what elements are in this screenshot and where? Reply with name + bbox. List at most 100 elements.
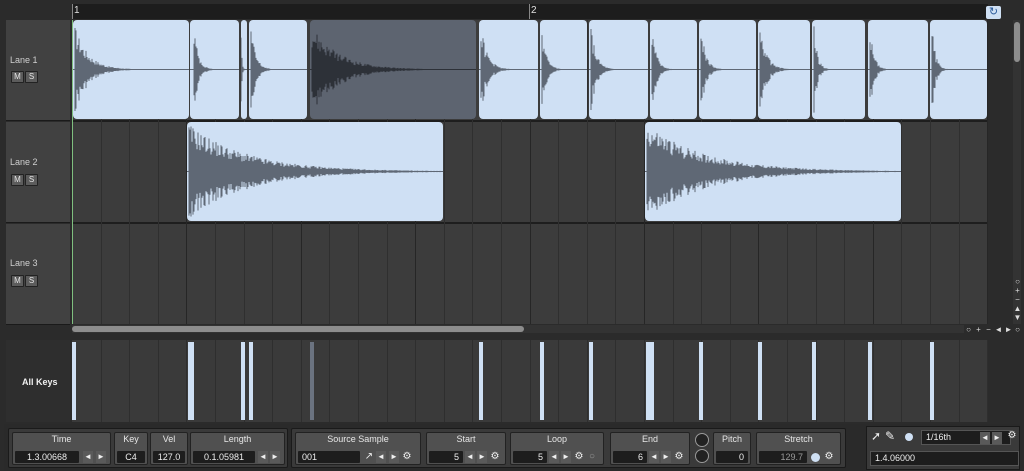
lane-1-mute-button[interactable]: M bbox=[11, 71, 24, 83]
scroll-left-icon[interactable]: ◄ bbox=[994, 325, 1003, 334]
length-value[interactable]: 0.1.05981 bbox=[193, 451, 255, 463]
vzoom-out-icon[interactable]: − bbox=[1013, 295, 1022, 304]
key-event-marker[interactable] bbox=[699, 342, 703, 420]
lane-1-clip[interactable] bbox=[73, 20, 189, 119]
end-value[interactable]: 6 bbox=[613, 451, 647, 463]
key-event-marker[interactable] bbox=[72, 342, 76, 420]
time-increment-button[interactable]: ► bbox=[96, 451, 106, 463]
length-field[interactable]: Length 0.1.05981 ◄ ► bbox=[190, 432, 285, 465]
lane-1-clip[interactable] bbox=[930, 20, 987, 119]
source-gear-icon[interactable]: ⚙ bbox=[402, 451, 412, 463]
stretch-toggle-icon[interactable] bbox=[811, 453, 820, 462]
lane-2-solo-button[interactable]: S bbox=[25, 174, 38, 186]
snap-prev-button[interactable]: ◄ bbox=[980, 432, 990, 444]
key-event-marker[interactable] bbox=[589, 342, 593, 420]
horizontal-scroll-thumb[interactable] bbox=[72, 326, 524, 332]
knob-icon[interactable] bbox=[695, 433, 709, 447]
lane-3-solo-button[interactable]: S bbox=[25, 275, 38, 287]
start-gear-icon[interactable]: ⚙ bbox=[490, 451, 500, 463]
timeline-ruler[interactable]: 1 2 bbox=[72, 4, 988, 19]
pitch-value[interactable]: 0 bbox=[716, 451, 748, 463]
pointer-tool-icon[interactable]: ➚ bbox=[871, 429, 881, 443]
lane-2-mute-button[interactable]: M bbox=[11, 174, 24, 186]
zoom-fit-icon[interactable]: ○ bbox=[964, 325, 973, 334]
lane-1-clip[interactable] bbox=[249, 20, 307, 119]
loop-increment-button[interactable]: ► bbox=[561, 451, 571, 463]
lane-1-solo-button[interactable]: S bbox=[25, 71, 38, 83]
snap-toggle-icon[interactable] bbox=[905, 433, 913, 441]
lane-2-header[interactable]: Lane 2 M S bbox=[6, 122, 70, 223]
scroll-up-icon[interactable]: ▲ bbox=[1013, 304, 1022, 313]
source-next-button[interactable]: ► bbox=[389, 451, 399, 463]
key-event-marker[interactable] bbox=[868, 342, 872, 420]
knob-icon[interactable] bbox=[695, 449, 709, 463]
lane-3-header[interactable]: Lane 3 M S bbox=[6, 224, 70, 325]
lane-1-clip[interactable] bbox=[758, 20, 810, 119]
key-event-marker[interactable] bbox=[310, 342, 314, 420]
lane-1-clip[interactable] bbox=[589, 20, 648, 119]
zoom-in-icon[interactable]: + bbox=[974, 325, 983, 334]
key-event-marker[interactable] bbox=[249, 342, 253, 420]
lane-1-clip[interactable] bbox=[812, 20, 865, 119]
length-decrement-button[interactable]: ◄ bbox=[258, 451, 268, 463]
lane-2-clip[interactable] bbox=[645, 122, 901, 221]
zoom-reset-icon[interactable]: ○ bbox=[1013, 325, 1022, 334]
lane-1-clip[interactable] bbox=[650, 20, 697, 119]
position-field[interactable]: 1.4.06000 bbox=[870, 451, 1019, 466]
velocity-field[interactable]: Vel 127.0 bbox=[150, 432, 188, 465]
key-event-marker[interactable] bbox=[812, 342, 816, 420]
end-gear-icon[interactable]: ⚙ bbox=[674, 451, 684, 463]
velocity-value[interactable]: 127.0 bbox=[153, 451, 185, 463]
loop-gear-icon[interactable]: ⚙ bbox=[574, 451, 584, 463]
loop-power-icon[interactable]: ○ bbox=[587, 451, 597, 463]
start-value[interactable]: 5 bbox=[429, 451, 463, 463]
lane-2-clip[interactable] bbox=[187, 122, 443, 221]
key-event-marker[interactable] bbox=[190, 342, 194, 420]
key-value[interactable]: C4 bbox=[117, 451, 145, 463]
key-event-marker[interactable] bbox=[241, 342, 245, 420]
stretch-value[interactable]: 129.7 bbox=[759, 451, 807, 463]
scroll-right-icon[interactable]: ► bbox=[1004, 325, 1013, 334]
loop-field[interactable]: Loop 5 ◄ ► ⚙ ○ bbox=[510, 432, 604, 465]
end-increment-button[interactable]: ► bbox=[661, 451, 671, 463]
lane-1-clip[interactable] bbox=[241, 20, 247, 119]
source-prev-button[interactable]: ◄ bbox=[376, 451, 386, 463]
snap-select[interactable]: 1/16th ◄ ► bbox=[921, 430, 1011, 445]
start-field[interactable]: Start 5 ◄ ► ⚙ bbox=[426, 432, 506, 465]
loop-decrement-button[interactable]: ◄ bbox=[549, 451, 559, 463]
lane-3-mute-button[interactable]: M bbox=[11, 275, 24, 287]
vzoom-fit-icon[interactable]: ○ bbox=[1013, 277, 1022, 286]
lane-1-clip[interactable] bbox=[479, 20, 538, 119]
lane-1-clip[interactable] bbox=[540, 20, 587, 119]
stretch-field[interactable]: Stretch 129.7 ⚙ bbox=[756, 432, 841, 465]
link-icon[interactable]: ↗ bbox=[364, 451, 374, 463]
lane-1-clip[interactable] bbox=[310, 20, 476, 119]
key-field[interactable]: Key C4 bbox=[114, 432, 148, 465]
vertical-scroll-thumb[interactable] bbox=[1014, 22, 1020, 62]
pitch-field[interactable]: Pitch 0 bbox=[713, 432, 751, 465]
lane-1-header[interactable]: Lane 1 M S bbox=[6, 20, 70, 121]
scroll-down-icon[interactable]: ▼ bbox=[1013, 313, 1022, 322]
end-decrement-button[interactable]: ◄ bbox=[649, 451, 659, 463]
length-increment-button[interactable]: ► bbox=[270, 451, 280, 463]
stretch-gear-icon[interactable]: ⚙ bbox=[824, 451, 834, 463]
time-field[interactable]: Time 1.3.00668 ◄ ► bbox=[12, 432, 111, 465]
key-event-marker[interactable] bbox=[479, 342, 483, 420]
source-sample-field[interactable]: Source Sample 001 ↗ ◄ ► ⚙ bbox=[295, 432, 421, 465]
end-field[interactable]: End 6 ◄ ► ⚙ bbox=[610, 432, 690, 465]
time-decrement-button[interactable]: ◄ bbox=[83, 451, 93, 463]
lane-1-clip[interactable] bbox=[699, 20, 756, 119]
key-event-lane[interactable] bbox=[72, 340, 988, 422]
vzoom-in-icon[interactable]: + bbox=[1013, 286, 1022, 295]
loop-icon[interactable]: ↻ bbox=[986, 6, 1001, 19]
time-value[interactable]: 1.3.00668 bbox=[15, 451, 79, 463]
key-event-marker[interactable] bbox=[930, 342, 934, 420]
key-event-marker[interactable] bbox=[540, 342, 544, 420]
loop-value[interactable]: 5 bbox=[513, 451, 547, 463]
key-event-marker[interactable] bbox=[758, 342, 762, 420]
lane-1-clip[interactable] bbox=[868, 20, 928, 119]
key-event-marker[interactable] bbox=[650, 342, 654, 420]
snap-next-button[interactable]: ► bbox=[992, 432, 1002, 444]
start-decrement-button[interactable]: ◄ bbox=[465, 451, 475, 463]
zoom-out-icon[interactable]: − bbox=[984, 325, 993, 334]
